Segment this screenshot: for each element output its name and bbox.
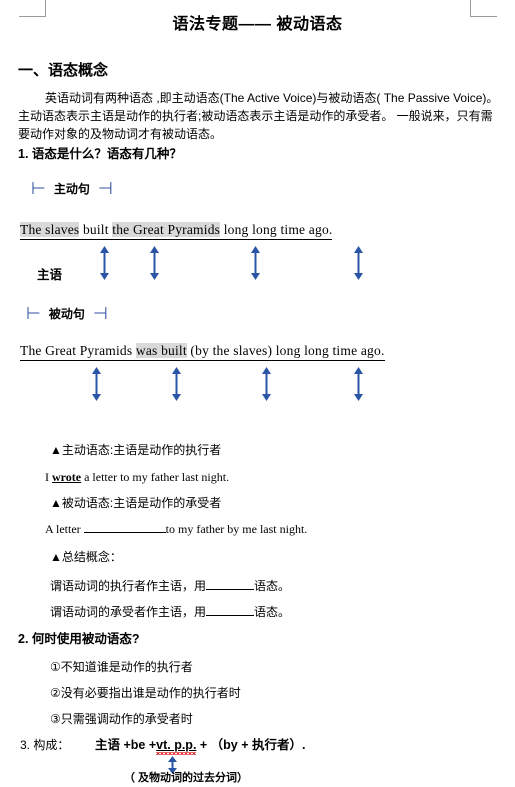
formula-part-1: 主语 +be + [95,738,157,752]
passive-agent: (by the slaves) [190,343,273,358]
active-period: . [328,222,333,237]
note-passive-voice-bullet: ▲被动语态:主语是动作的承受者 [50,496,222,510]
active-arrow-verb-icon [149,246,160,280]
active-object: the Great Pyramids [112,222,221,237]
active-subject: The slaves [20,222,80,237]
example-passive-prefix: A letter [45,522,84,536]
passive-arrow-subject-icon [91,367,102,401]
document-page: 语法专题—— 被动语态 一、语态概念 英语动词有两种语态 ,即主动语态(The … [0,0,515,787]
bracket-left-icon: ⊢ [26,304,41,323]
summary-line-2-blank[interactable] [206,615,255,616]
section1-paragraph-line-2: 主动语态表示主语是动作的执行者;被动语态表示主语是动作的承受者。 一般说来，只有… [18,109,493,123]
active-example-sentence: The slaves built the Great Pyramids long… [20,222,333,240]
example-passive-suffix: to my father by me last night. [165,522,308,536]
section1-paragraph-line-1: 英语动词有两种语态 ,即主动语态(The Active Voice)与被动语态(… [45,91,499,105]
section2-item-3: ③只需强调动作的承受者时 [50,712,193,726]
section1-heading: 一、语态概念 [18,62,109,79]
active-verb: built [82,222,109,237]
crop-mark-top-left [19,0,46,17]
active-arrow-adverbial-icon [353,246,364,280]
example-active-verb: wrote [52,470,82,484]
section3-footnote: （ 及物动词的过去分词） [124,772,249,784]
passive-adverbial: long long time ago. [275,343,385,358]
summary-line-2: 谓语动词的承受者作主语，用 语态。 [50,605,291,620]
section1-question-1: 1. 语态是什么？语态有几种？ [18,147,182,161]
bracket-right-icon: ⊣ [97,179,113,198]
summary-line-1-suffix: 语态。 [254,579,291,593]
passive-verb: was built [135,343,187,358]
passive-arrow-verb-icon [171,367,182,401]
section3-formula: 主语 +be +vt. p.p. + （by + 执行者）. [95,738,305,752]
summary-line-1-blank[interactable] [206,589,255,590]
example-passive-blank[interactable] [83,532,166,533]
active-sentence-label-text: 主动句 [53,182,90,196]
active-adverbial: long long time ago [223,222,329,237]
bracket-right-icon: ⊣ [92,304,108,323]
active-arrow-subject-icon [99,246,110,280]
active-arrow-object-icon [250,246,261,280]
summary-line-2-prefix: 谓语动词的承受者作主语，用 [50,605,207,619]
summary-line-1-prefix: 谓语动词的执行者作主语，用 [50,579,207,593]
formula-past-participle: vt. p.p. [156,738,197,752]
section3-heading: 3. 构成： [20,738,70,752]
example-active-sentence: I wrote a letter to my father last night… [45,470,230,485]
summary-line-1: 谓语动词的执行者作主语，用 语态。 [50,579,291,594]
summary-line-2-suffix: 语态。 [254,605,291,619]
section2-heading: 2. 何时使用被动语态? [18,632,140,646]
passive-sentence-label-text: 被动句 [48,307,85,321]
active-subject-annotation: 主语 [37,268,63,282]
crop-mark-top-right [470,0,497,17]
document-title: 语法专题—— 被动语态 [172,16,343,33]
passive-subject: The Great Pyramids [20,343,133,358]
passive-example-sentence: The Great Pyramids was built (by the sla… [20,343,385,361]
section1-paragraph-line-3: 要动作对象的及物动词才有被动语态。 [18,127,223,141]
formula-part-3: + （by + 执行者）. [196,738,306,752]
note-active-voice-bullet: ▲主动语态:主语是动作的执行者 [50,443,222,457]
passive-arrow-agent-icon [261,367,272,401]
active-sentence-label: ⊢ 主动句 ⊣ [31,180,113,197]
passive-sentence-label: ⊢ 被动句 ⊣ [26,305,108,322]
section2-item-1: ①不知道谁是动作的执行者 [50,660,193,674]
example-active-suffix: a letter to my father last night. [81,470,230,484]
passive-arrow-adverbial-icon [353,367,364,401]
example-active-prefix: I [45,470,52,484]
section2-item-2: ②没有必要指出谁是动作的执行者时 [50,686,241,700]
note-summary-bullet: ▲总结概念： [50,550,122,564]
bracket-left-icon: ⊢ [31,179,46,198]
example-passive-sentence: A letter to my father by me last night. [45,522,308,537]
